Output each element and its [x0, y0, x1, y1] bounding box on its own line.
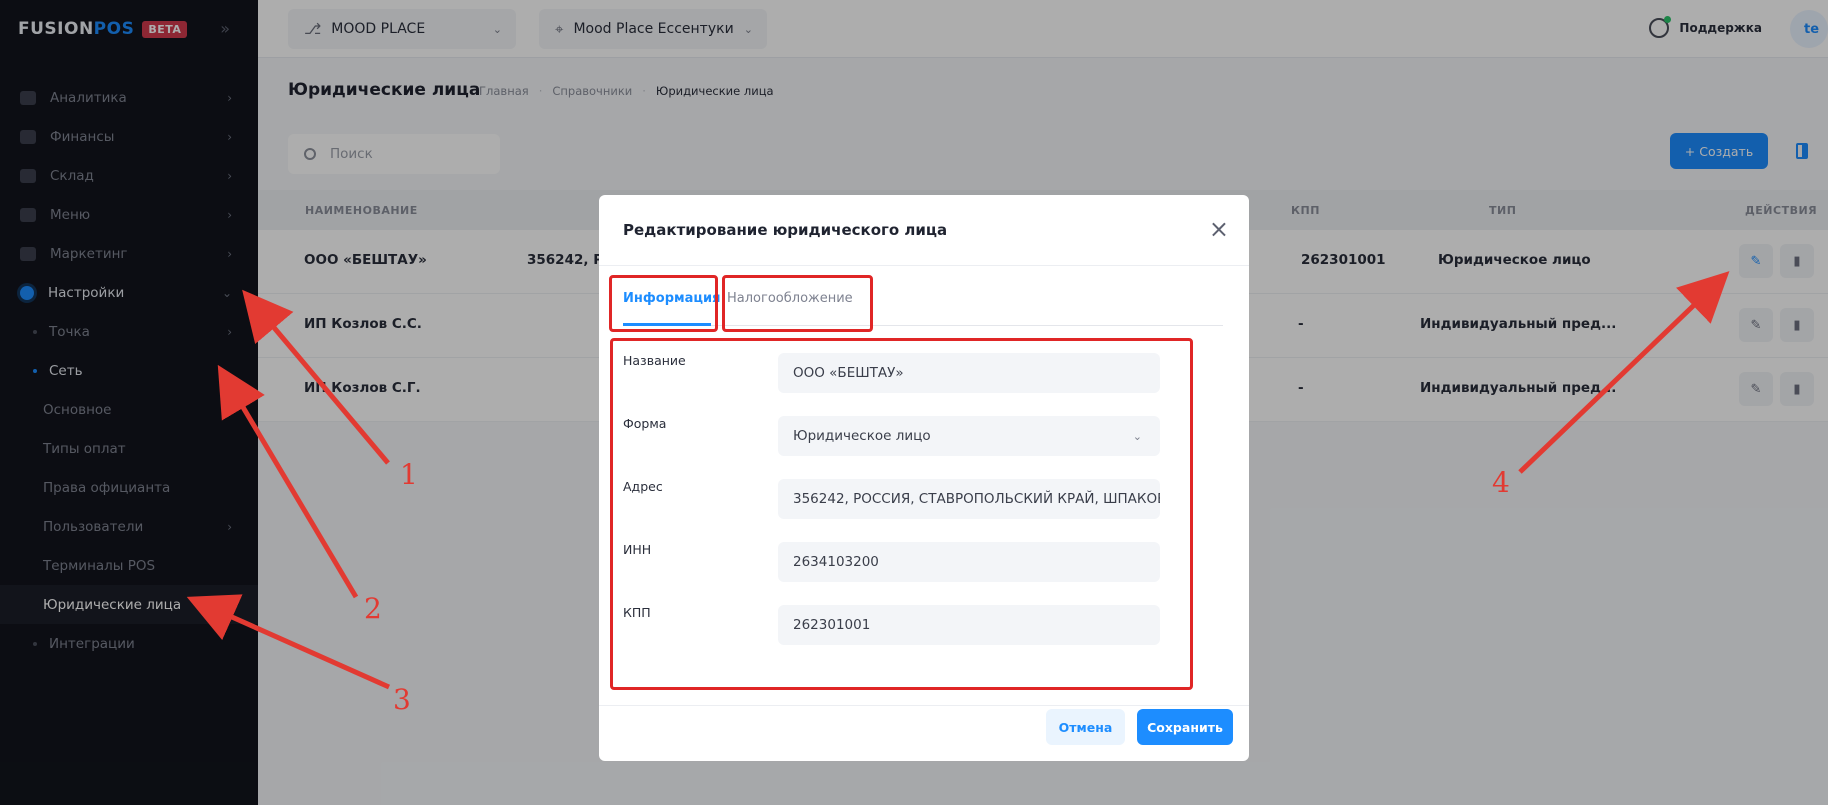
annotation-label-1: 1: [400, 458, 418, 491]
close-icon[interactable]: ×: [1209, 215, 1229, 243]
highlight-information-tab: [609, 275, 718, 332]
annotation-label-3: 3: [393, 683, 411, 716]
cancel-button[interactable]: Отмена: [1046, 709, 1125, 745]
modal-title: Редактирование юридического лица: [623, 221, 948, 239]
save-button[interactable]: Сохранить: [1137, 709, 1233, 745]
annotation-label-2: 2: [364, 592, 382, 625]
modal-header: Редактирование юридического лица ×: [599, 195, 1249, 266]
modal-footer-divider: [599, 705, 1249, 706]
highlight-taxation-tab: [722, 275, 873, 332]
annotation-label-4: 4: [1492, 466, 1510, 499]
highlight-form-fields: [610, 338, 1193, 690]
